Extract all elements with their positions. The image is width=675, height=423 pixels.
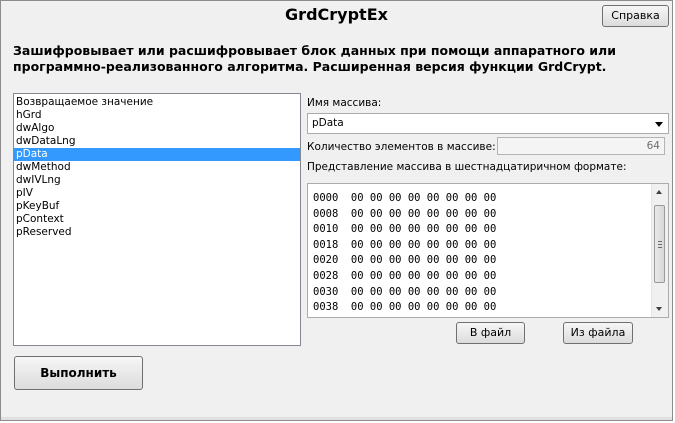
hex-row: 0018 00 00 00 00 00 00 00 00 [313, 238, 497, 251]
hex-view[interactable]: 0000 00 00 00 00 00 00 00 00 0008 00 00 0… [307, 183, 669, 318]
hex-view-label: Представление массива в шестнадцатирично… [307, 161, 627, 173]
array-name-label: Имя массива: [307, 97, 382, 109]
hex-row: 0030 00 00 00 00 00 00 00 00 [313, 285, 497, 298]
param-list-item[interactable]: pContext [14, 213, 300, 226]
array-name-value: pData [312, 117, 344, 129]
scrollbar-thumb[interactable] [654, 205, 665, 283]
window-title: GrdCryptEx [285, 5, 388, 24]
param-list-item[interactable]: dwAlgo [14, 122, 300, 135]
param-list-item[interactable]: dwMethod [14, 161, 300, 174]
vertical-scrollbar[interactable] [651, 184, 668, 317]
hex-row: 0008 00 00 00 00 00 00 00 00 [313, 207, 497, 220]
scroll-up-icon[interactable] [656, 190, 662, 194]
param-list-item[interactable]: hGrd [14, 109, 300, 122]
help-button[interactable]: Справка [602, 5, 669, 27]
load-from-file-button[interactable]: Из файла [563, 322, 633, 344]
element-count-label: Количество элементов в массиве: [307, 141, 496, 153]
param-list-item[interactable]: dwDataLng [14, 135, 300, 148]
dialog-window: GrdCryptEx Справка Зашифровывает или рас… [0, 0, 673, 421]
array-name-select[interactable]: pData [307, 113, 669, 134]
function-description: Зашифровывает или расшифровывает блок да… [13, 43, 633, 75]
grip-line-icon [658, 244, 662, 245]
hex-row: 0020 00 00 00 00 00 00 00 00 [313, 254, 497, 267]
param-list-item[interactable]: dwIVLng [14, 174, 300, 187]
param-list-item[interactable]: pIV [14, 187, 300, 200]
run-button[interactable]: Выполнить [14, 356, 143, 390]
param-list-item[interactable]: pData [14, 148, 300, 161]
description-line-1: Зашифровывает или расшифровывает блок да… [13, 43, 616, 58]
element-count-field: 64 [497, 137, 665, 155]
save-to-file-button[interactable]: В файл [456, 322, 525, 344]
hex-row: 0028 00 00 00 00 00 00 00 00 [313, 269, 497, 282]
hex-row: 0010 00 00 00 00 00 00 00 00 [313, 223, 497, 236]
chevron-down-icon[interactable] [655, 122, 663, 127]
grip-line-icon [658, 241, 662, 242]
hex-row: 0000 00 00 00 00 00 00 00 00 [313, 192, 497, 204]
hex-rows: 0000 00 00 00 00 00 00 00 00 0008 00 00 0… [313, 191, 496, 316]
hex-row: 0038 00 00 00 00 00 00 00 00 [313, 301, 497, 314]
grip-line-icon [658, 247, 662, 248]
param-list-item[interactable]: pKeyBuf [14, 200, 300, 213]
param-list-item[interactable]: pReserved [14, 226, 300, 239]
description-line-2: программно-реализованного алгоритма. Рас… [13, 59, 607, 74]
scroll-down-icon[interactable] [656, 307, 662, 311]
param-list-item[interactable]: Возвращаемое значение [14, 96, 300, 109]
parameter-list[interactable]: Возвращаемое значение hGrd dwAlgo dwDataLng… [13, 93, 301, 346]
